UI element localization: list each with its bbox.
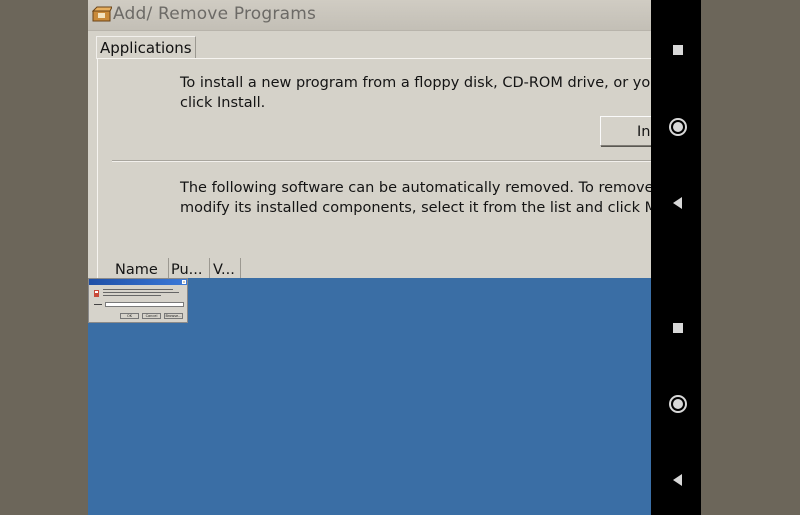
run-ok-button[interactable]: OK [120, 313, 139, 319]
circle-icon[interactable] [668, 117, 688, 137]
add-remove-programs-window: Add/ Remove Programs Applications To ins… [88, 0, 651, 278]
remove-text-line1: The following software can be automatica… [180, 180, 651, 196]
column-header-name[interactable]: Name [106, 258, 169, 278]
emulator-screen: Add/ Remove Programs Applications To ins… [88, 0, 651, 515]
back-triangle-icon[interactable] [668, 470, 688, 490]
tab-applications[interactable]: Applications [96, 36, 196, 59]
install-text-line1: To install a new program from a floppy d… [180, 75, 651, 91]
close-icon[interactable] [182, 280, 186, 284]
square-icon[interactable] [668, 318, 688, 338]
remove-instructions: The following software can be automatica… [180, 178, 651, 218]
window-title: Add/ Remove Programs [113, 4, 317, 24]
remove-text-line2: modify its installed components, select … [180, 200, 651, 216]
open-label-mark [94, 302, 102, 305]
run-open-input[interactable] [105, 302, 184, 307]
column-header-version[interactable]: V... [210, 258, 241, 278]
run-cancel-button[interactable]: Cancel [142, 313, 161, 319]
run-dialog: OK Cancel Browse... [88, 278, 188, 323]
emulator-stage: Add/ Remove Programs Applications To ins… [0, 0, 800, 515]
programs-box-icon [92, 6, 112, 22]
android-nav-bar [651, 0, 701, 515]
run-icon [94, 290, 99, 297]
section-divider [112, 160, 651, 162]
run-browse-button[interactable]: Browse... [164, 313, 183, 319]
run-description-lines [103, 288, 183, 296]
window-titlebar[interactable]: Add/ Remove Programs [88, 0, 651, 31]
square-icon[interactable] [668, 40, 688, 60]
back-triangle-icon[interactable] [668, 193, 688, 213]
circle-icon[interactable] [668, 394, 688, 414]
install-button[interactable]: In [600, 116, 651, 146]
column-header-publisher[interactable]: Pu... [169, 258, 210, 278]
run-dialog-titlebar[interactable] [89, 279, 187, 285]
install-instructions: To install a new program from a floppy d… [180, 73, 651, 113]
install-text-line2: click Install. [180, 95, 266, 111]
